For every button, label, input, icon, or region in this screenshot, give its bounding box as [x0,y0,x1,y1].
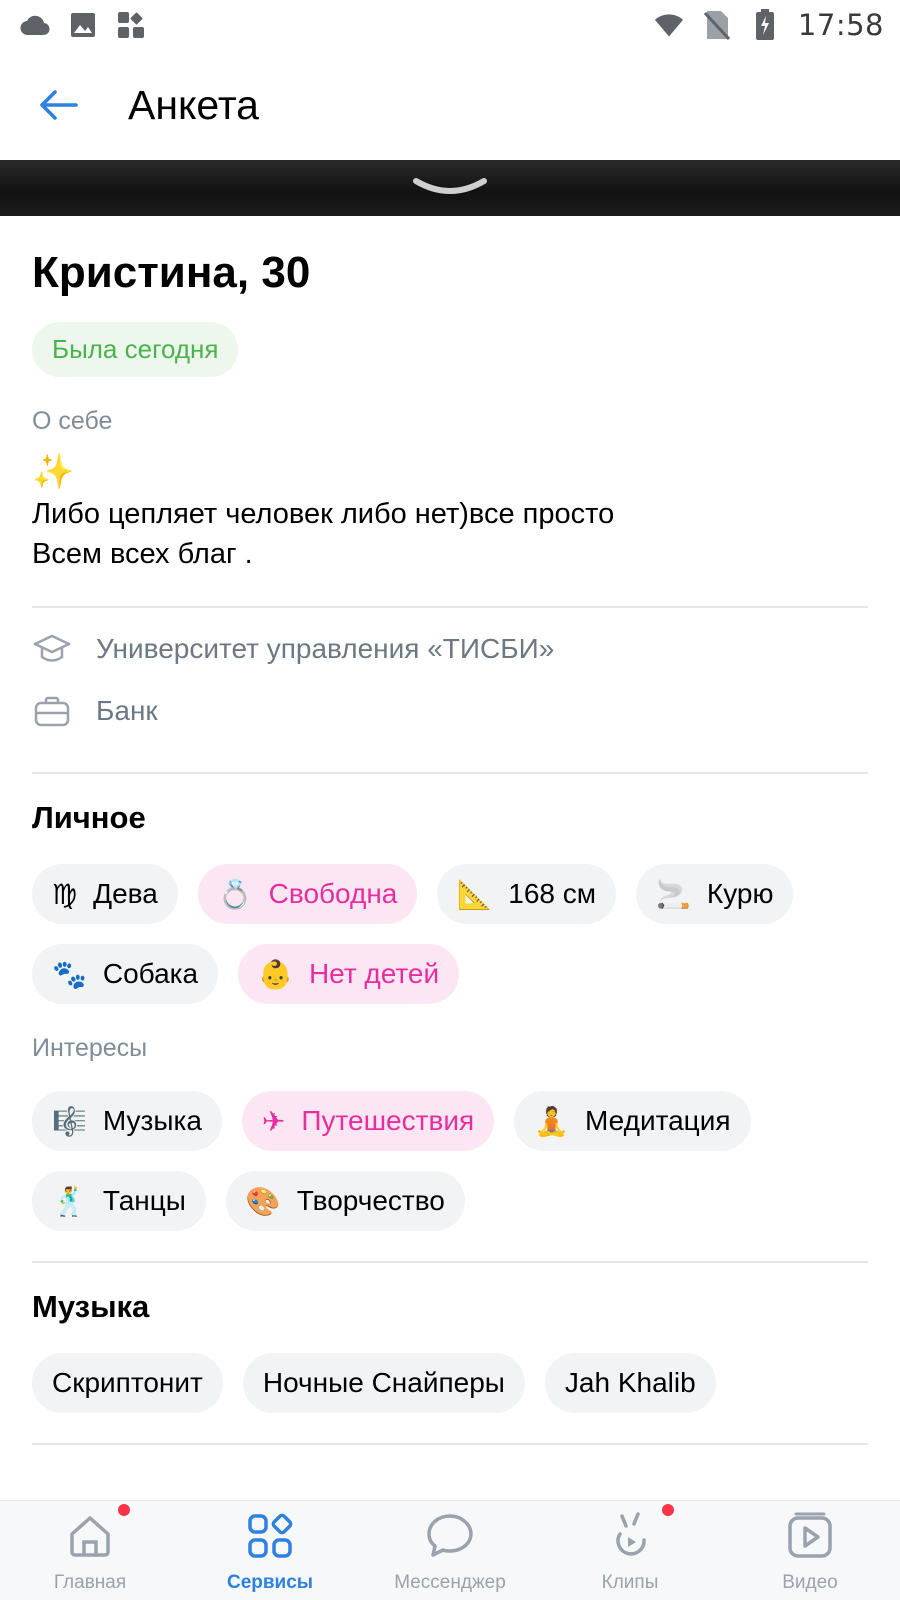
chip[interactable]: ♍ Дева [32,864,178,924]
chip[interactable]: 🎼 Музыка [32,1091,222,1151]
chip-emoji-icon: 👶 [258,957,293,991]
chip-emoji-icon: ♍ [52,877,78,911]
services-icon [244,1510,296,1562]
widgets-icon [116,10,146,40]
work-row[interactable]: Банк [32,680,868,742]
chip-label: Скриптонит [52,1367,203,1398]
chip[interactable]: 🕺 Танцы [32,1171,206,1231]
divider [32,1261,868,1263]
chip-emoji-icon: 🐾 [52,957,87,991]
tab-home[interactable]: Главная [0,1501,180,1600]
chip[interactable]: 📐 168 см [437,864,617,924]
messenger-icon [424,1510,476,1562]
chevron-down-icon [413,178,487,194]
cloud-icon [20,10,50,40]
tab-label: Главная [53,1572,127,1593]
status-left-icons [20,10,146,40]
wifi-icon [654,10,684,40]
about-line-2: Всем всех благ . [32,538,253,570]
clips-icon [604,1504,674,1562]
about-text: Либо цепляет человек либо нет)все просто… [32,494,868,574]
chip[interactable]: Скриптонит [32,1353,223,1413]
chip[interactable]: 🚬 Курю [636,864,794,924]
chip-label: Танцы [102,1185,186,1216]
tab-label: Клипы [601,1572,659,1593]
chip[interactable]: 💍 Свободна [197,864,418,924]
chip-emoji-icon: 📐 [457,877,493,911]
photo-collapse-handle[interactable] [0,160,900,216]
sparkles-icon: ✨ [32,453,75,491]
chip[interactable]: 🧘 Медитация [514,1091,751,1151]
no-sim-icon [702,10,732,40]
arrow-left-icon [40,90,78,120]
education-row[interactable]: Университет управления «ТИСБИ» [32,618,868,680]
divider [32,606,868,608]
interests-label: Интересы [32,1034,148,1062]
chip-emoji-icon: 🚬 [656,877,691,911]
chip[interactable]: 🎨 Творчество [225,1171,465,1231]
tab-label: Видео [782,1572,838,1593]
music-chips: Скриптонит Ночные Снайперы Jah Khalib [32,1353,868,1413]
chip-emoji-icon: 🕺 [52,1184,87,1218]
chip[interactable]: 👶 Нет детей [238,944,460,1004]
chip-emoji-icon: 🧘 [534,1104,570,1138]
status-bar: 17:58 [0,0,900,50]
chip-label: Нет детей [308,958,440,989]
chip[interactable]: 🐾 Собака [32,944,219,1004]
chip-label: Дева [93,878,158,909]
chip-label: Курю [706,878,774,909]
personal-chips: ♍ Дева 💍 Свободна 📐 168 см 🚬 Курю 🐾 Собака 👶 Нет де… [32,864,868,1004]
online-status-badge: Была сегодня [32,322,239,377]
work-text: Банк [96,695,158,726]
chip-label: Путешествия [301,1105,475,1136]
chip-emoji-icon: 💍 [217,877,253,911]
chip-label: Музыка [102,1105,202,1136]
clock: 17:58 [797,8,884,42]
chip-label: 168 см [508,878,597,909]
tab-messenger[interactable]: Мессенджер [360,1501,540,1600]
tab-label: Сервисы [226,1572,314,1593]
page-title: Анкета [128,81,259,128]
battery-charging-icon [750,9,780,40]
profile-content[interactable]: Кристина, 30 Была сегодня О себе ✨ Либо … [0,216,900,1500]
top-app-bar: Анкета [0,50,900,160]
image-icon [68,10,98,40]
notification-dot [662,1504,674,1516]
chip-emoji-icon: ✈ [261,1104,286,1138]
interests-chips: 🎼 Музыка ✈ Путешествия 🧘 Медитация 🕺 Танцы 🎨 Твор… [32,1091,868,1231]
chip-label: Медитация [585,1105,731,1136]
chip-label: Jah Khalib [564,1367,696,1398]
chip[interactable]: ✈ Путешествия [241,1091,495,1151]
video-icon [784,1510,836,1562]
tab-label: Мессенджер [394,1572,506,1593]
about-line-1: Либо цепляет человек либо нет)все просто [32,498,615,530]
notification-dot [118,1504,130,1516]
divider [32,772,868,774]
about-label: О себе [32,407,113,435]
chip-label: Ночные Снайперы [262,1367,505,1398]
music-section-title: Музыка [32,1289,150,1324]
tab-video[interactable]: Видео [720,1501,900,1600]
chip-emoji-icon: 🎼 [52,1104,87,1138]
education-text: Университет управления «ТИСБИ» [96,633,555,664]
chip-label: Собака [102,958,199,989]
profile-name: Кристина, 30 [32,248,311,297]
briefcase-icon [32,691,72,731]
divider [32,1443,868,1445]
tab-clips[interactable]: Клипы [540,1501,720,1600]
chip[interactable]: Ночные Снайперы [242,1353,525,1413]
chip-label: Творчество [296,1185,445,1216]
home-icon [64,1504,130,1562]
bottom-tab-bar: Главная Сервисы Мессенджер Клипы Видео [0,1500,900,1600]
chip[interactable]: Jah Khalib [544,1353,716,1413]
status-right-icons: 17:58 [654,8,884,42]
back-button[interactable] [28,75,88,135]
tab-services[interactable]: Сервисы [180,1501,360,1600]
personal-section-title: Личное [32,800,146,835]
chip-emoji-icon: 🎨 [245,1184,281,1218]
graduation-cap-icon [32,629,72,669]
chip-label: Свободна [268,878,398,909]
